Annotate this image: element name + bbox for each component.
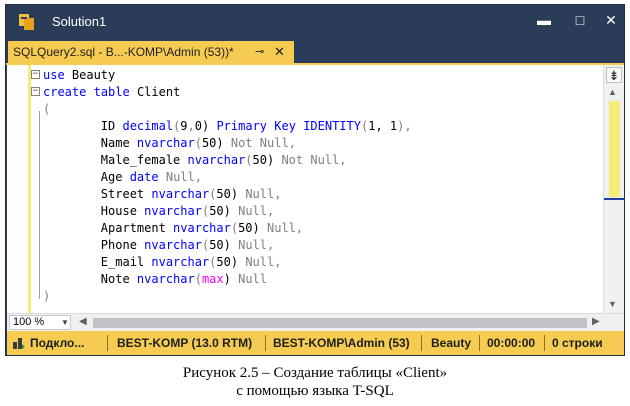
code-line: House nvarchar(50) Null, xyxy=(35,203,595,220)
scroll-right-icon[interactable]: ▶ xyxy=(592,316,600,327)
code-text: Male_female nvarchar(50) Not Null, xyxy=(43,153,347,167)
close-window-button[interactable]: ✕ xyxy=(594,5,628,35)
change-tracking-bar xyxy=(28,65,31,313)
tab-sqlquery2[interactable]: SQLQuery2.sql - B...-KOMP\Admin (53))* ⊸… xyxy=(8,41,294,63)
close-tab-icon[interactable]: ✕ xyxy=(274,41,285,63)
status-server: BEST-KOMP (13.0 RTM) xyxy=(117,336,253,350)
caption-line-2: с помощью языка T-SQL xyxy=(236,383,394,399)
horizontal-scroll-thumb[interactable] xyxy=(93,318,587,328)
status-separator xyxy=(265,335,266,351)
zoom-bar: 100 % ▼ ◀ ▶ xyxy=(7,313,624,331)
code-line: Phone nvarchar(50) Null, xyxy=(35,237,595,254)
status-database: Beauty xyxy=(431,336,472,350)
ssms-window: Solution1 ▬ □ ✕ SQLQuery2.sql - B...-KOM… xyxy=(5,4,625,356)
status-separator xyxy=(544,335,545,351)
window-title: Solution1 xyxy=(52,14,107,29)
tab-label: SQLQuery2.sql - B...-KOMP\Admin (53))* xyxy=(13,45,234,59)
code-line: ( xyxy=(35,101,595,118)
code-line: E_mail nvarchar(50) Null, xyxy=(35,254,595,271)
code-text: Phone nvarchar(50) Null, xyxy=(43,238,275,252)
code-text: Name nvarchar(50) Not Null, xyxy=(43,136,296,150)
status-separator xyxy=(479,335,480,351)
scroll-left-icon[interactable]: ◀ xyxy=(79,316,87,327)
status-separator xyxy=(421,335,422,351)
scroll-thumb[interactable] xyxy=(609,101,620,197)
status-user: BEST-KOMP\Admin (53) xyxy=(273,336,410,350)
code-text: ID decimal(9,0) Primary Key IDENTITY(1, … xyxy=(43,119,412,133)
scroll-up-icon[interactable]: ▲ xyxy=(608,87,617,97)
figure-caption: Рисунок 2.5 – Создание таблицы «Client» … xyxy=(0,364,630,400)
status-bar: Подкло... BEST-KOMP (13.0 RTM) BEST-KOMP… xyxy=(7,331,624,355)
caption-line-1: Рисунок 2.5 – Создание таблицы «Client» xyxy=(182,365,448,381)
code-text: Age date Null, xyxy=(43,170,202,184)
status-time: 00:00:00 xyxy=(487,336,536,350)
status-connection: Подкло... xyxy=(30,336,85,350)
chevron-down-icon[interactable]: ▼ xyxy=(61,316,69,329)
code-text: use Beauty xyxy=(43,68,116,82)
title-bar[interactable]: Solution1 ▬ □ ✕ xyxy=(6,5,624,39)
editor-gutter xyxy=(7,65,33,313)
code-line: − use Beauty xyxy=(31,67,595,84)
pin-icon[interactable]: ⊸ xyxy=(255,41,264,63)
code-line: Street nvarchar(50) Null, xyxy=(35,186,595,203)
status-separator xyxy=(107,335,108,351)
connection-icon xyxy=(13,338,25,349)
zoom-select[interactable]: 100 % ▼ xyxy=(9,315,71,330)
code-text: create table Client xyxy=(43,85,181,99)
minimize-button[interactable]: ▬ xyxy=(527,5,561,35)
collapse-icon[interactable]: − xyxy=(31,87,40,96)
code-text: House nvarchar(50) Null, xyxy=(43,204,275,218)
code-text: Note nvarchar(max) Null xyxy=(43,272,267,286)
code-line: ) xyxy=(35,288,595,305)
code-line: Age date Null, xyxy=(35,169,595,186)
caret-position-marker xyxy=(604,198,625,200)
code-line: Note nvarchar(max) Null xyxy=(35,271,595,288)
query-editor[interactable]: − use Beauty − create table Client ( ID de… xyxy=(7,65,625,313)
zoom-value: 100 % xyxy=(13,316,45,328)
code-line: − create table Client xyxy=(31,84,595,101)
code-area[interactable]: − use Beauty − create table Client ( ID de… xyxy=(31,67,595,305)
code-text: ) xyxy=(43,289,51,303)
split-view-icon[interactable]: ⇟ xyxy=(606,67,622,83)
maximize-button[interactable]: □ xyxy=(563,5,597,35)
collapse-icon[interactable]: − xyxy=(31,70,40,79)
code-line: ID decimal(9,0) Primary Key IDENTITY(1, … xyxy=(35,118,595,135)
document-tabstrip: SQLQuery2.sql - B...-KOMP\Admin (53))* ⊸… xyxy=(6,39,624,63)
scroll-down-icon[interactable]: ▼ xyxy=(608,299,617,309)
status-rows: 0 строки xyxy=(552,336,603,350)
code-text: Apartment nvarchar(50) Null, xyxy=(43,221,304,235)
code-text: ( xyxy=(43,102,51,116)
code-line: Name nvarchar(50) Not Null, xyxy=(35,135,595,152)
vertical-scrollbar[interactable]: ⇟ ▲ ▼ xyxy=(603,65,625,313)
code-text: Street nvarchar(50) Null, xyxy=(43,187,282,201)
code-line: Male_female nvarchar(50) Not Null, xyxy=(35,152,595,169)
code-line: Apartment nvarchar(50) Null, xyxy=(35,220,595,237)
code-text: E_mail nvarchar(50) Null, xyxy=(43,255,282,269)
ssms-app-icon xyxy=(19,14,34,30)
